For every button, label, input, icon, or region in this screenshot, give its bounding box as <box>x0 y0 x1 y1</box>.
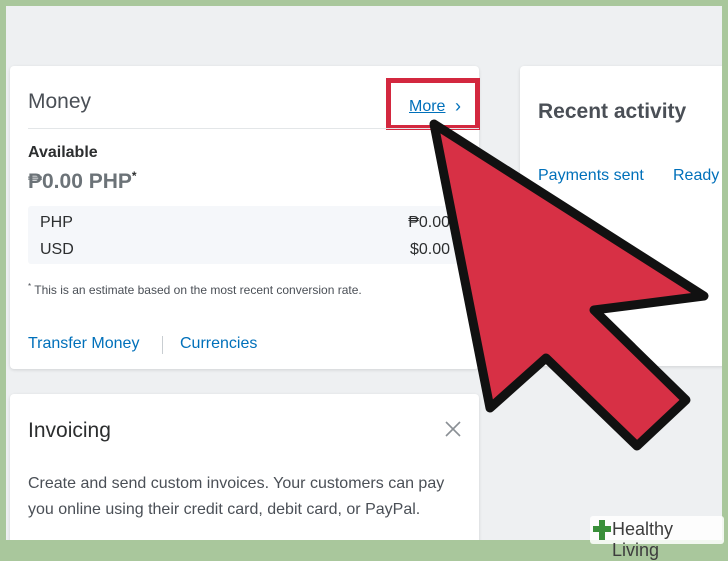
pointer-arrow-icon <box>429 119 709 451</box>
watermark: Healthy Living <box>590 516 724 560</box>
screen: Money More › Available ₱0.00 PHP* PHP ₱0… <box>6 6 722 540</box>
watermark-text: Healthy Living <box>612 519 674 560</box>
healthy-living-logo-icon <box>593 520 611 540</box>
